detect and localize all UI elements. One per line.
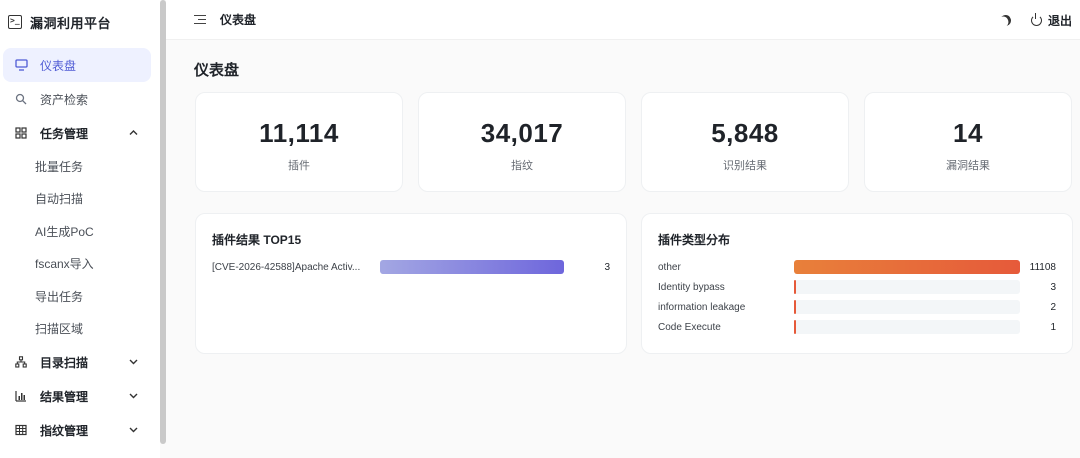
logout-button[interactable]: 退出	[1030, 12, 1072, 29]
page-title: 仪表盘	[194, 62, 240, 79]
bar-value: 1	[1050, 321, 1056, 333]
bar-track	[794, 320, 1020, 334]
sidebar-subitem-auto-scan[interactable]: 自动扫描	[0, 183, 160, 216]
sidebar-item-label: 资产检索	[40, 92, 89, 107]
brand[interactable]: >_ 漏洞利用平台	[0, 0, 160, 44]
search-icon	[14, 92, 28, 106]
bar-label: Code Execute	[658, 321, 721, 333]
moon-icon[interactable]	[998, 12, 1013, 27]
bar-value: 3	[1050, 281, 1056, 293]
plugin-top-panel: 插件结果 TOP15 [CVE-2026-42588]Apache Activ.…	[195, 213, 627, 354]
bar-label: Identity bypass	[658, 281, 725, 293]
sidebar-item-asset-search[interactable]: 资产检索	[0, 82, 160, 116]
bar-track	[794, 280, 1020, 294]
chevron-down-icon	[129, 425, 138, 436]
breadcrumb: 仪表盘	[220, 13, 257, 27]
sidebar-item-dashboard[interactable]: 仪表盘	[3, 48, 151, 82]
bar-track	[380, 260, 564, 274]
bar-track	[794, 260, 1020, 274]
app-title: 漏洞利用平台	[30, 15, 112, 31]
chevron-down-icon	[129, 357, 138, 368]
sidebar-group-fingerprint-management[interactable]: 指纹管理	[0, 413, 160, 447]
bar-row[interactable]: Code Execute 1	[658, 320, 1056, 334]
sitemap-icon	[14, 355, 28, 369]
chevron-down-icon	[129, 391, 138, 402]
power-icon	[1030, 12, 1042, 26]
bar-row[interactable]: other 11108	[658, 260, 1056, 274]
plugin-type-panel: 插件类型分布 other 11108 Identity bypass 3 inf…	[641, 213, 1073, 354]
stat-label: 指纹	[511, 160, 533, 172]
sidebar-group-label: 结果管理	[40, 389, 89, 404]
sidebar-group-task-management[interactable]: 任务管理	[0, 116, 160, 150]
stat-card-fingerprints: 34,017 指纹	[418, 92, 626, 192]
sidebar-nav: 仪表盘 资产检索 任务管理 批量任务 自动扫描 AI生成PoC fscanx导入…	[0, 48, 160, 447]
stat-card-identify-results: 5,848 识别结果	[641, 92, 849, 192]
table-icon	[14, 423, 28, 437]
sidebar-subitem-scan-area[interactable]: 扫描区域	[0, 313, 160, 346]
sidebar-item-label: 仪表盘	[40, 58, 77, 73]
sidebar-scrollbar[interactable]	[160, 0, 166, 444]
stat-value: 14	[953, 118, 983, 148]
stat-value: 11,114	[259, 118, 339, 148]
bar-label: other	[658, 261, 681, 273]
bar-fill	[794, 300, 797, 314]
sidebar-subitem-fscanx-import[interactable]: fscanx导入	[0, 248, 160, 281]
stat-value: 5,848	[711, 118, 779, 148]
sidebar-group-dir-scan[interactable]: 目录扫描	[0, 345, 160, 379]
stat-card-plugins: 11,114 插件	[195, 92, 403, 192]
bar-fill	[380, 260, 564, 274]
header-actions: 退出	[1000, 0, 1072, 40]
bar-fill	[794, 260, 1020, 274]
stat-label: 漏洞结果	[946, 160, 990, 172]
bar-row[interactable]: information leakage 2	[658, 300, 1056, 314]
bar-value: 2	[1050, 301, 1056, 313]
stat-card-vuln-results: 14 漏洞结果	[864, 92, 1072, 192]
bar-label: information leakage	[658, 301, 746, 313]
panel-title: 插件结果 TOP15	[212, 233, 302, 247]
sidebar-subitem-batch-task[interactable]: 批量任务	[0, 150, 160, 183]
logout-label: 退出	[1047, 13, 1072, 28]
terminal-icon: >_	[8, 15, 22, 29]
sidebar: >_ 漏洞利用平台 仪表盘 资产检索 任务管理 批量任务 自动扫描 AI生成Po…	[0, 0, 160, 458]
sidebar-group-label: 任务管理	[40, 126, 89, 141]
bar-row[interactable]: Identity bypass 3	[658, 280, 1056, 294]
chevron-up-icon	[129, 128, 138, 139]
bar-track	[794, 300, 1020, 314]
bar-chart-icon	[14, 389, 28, 403]
bar-value: 3	[604, 261, 610, 273]
sidebar-subitem-ai-poc[interactable]: AI生成PoC	[0, 215, 160, 248]
sidebar-group-result-management[interactable]: 结果管理	[0, 379, 160, 413]
bar-label: [CVE-2026-42588]Apache Activ...	[212, 261, 361, 273]
stat-label: 插件	[288, 160, 310, 172]
sidebar-group-label: 目录扫描	[40, 355, 89, 370]
bar-fill	[794, 320, 797, 334]
stat-value: 34,017	[480, 118, 564, 148]
menu-toggle-icon[interactable]	[194, 14, 206, 25]
stat-label: 识别结果	[723, 160, 767, 172]
sidebar-subitem-export-task[interactable]: 导出任务	[0, 280, 160, 313]
bar-fill	[794, 280, 797, 294]
top-header: 仪表盘 退出	[166, 0, 1080, 40]
bar-row[interactable]: [CVE-2026-42588]Apache Activ... 3	[212, 260, 610, 274]
bar-value: 11108	[1029, 261, 1056, 273]
panel-title: 插件类型分布	[658, 233, 731, 247]
sidebar-group-label: 指纹管理	[40, 423, 89, 438]
grid-icon	[14, 126, 28, 140]
monitor-icon	[14, 58, 28, 72]
